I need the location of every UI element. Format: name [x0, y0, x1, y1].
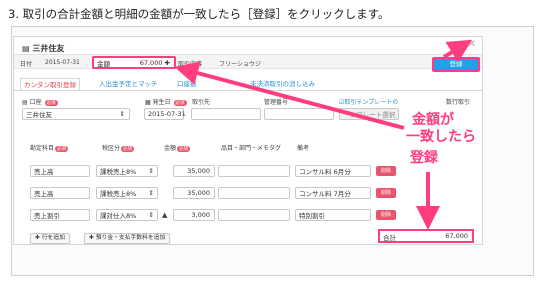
arrow-to-amount [174, 61, 405, 130]
annotation-when-match: 一致したら [406, 129, 476, 145]
annotation-arrows [174, 39, 473, 230]
arrow-to-register [442, 39, 473, 63]
annotation-register: 登録 [410, 150, 438, 166]
